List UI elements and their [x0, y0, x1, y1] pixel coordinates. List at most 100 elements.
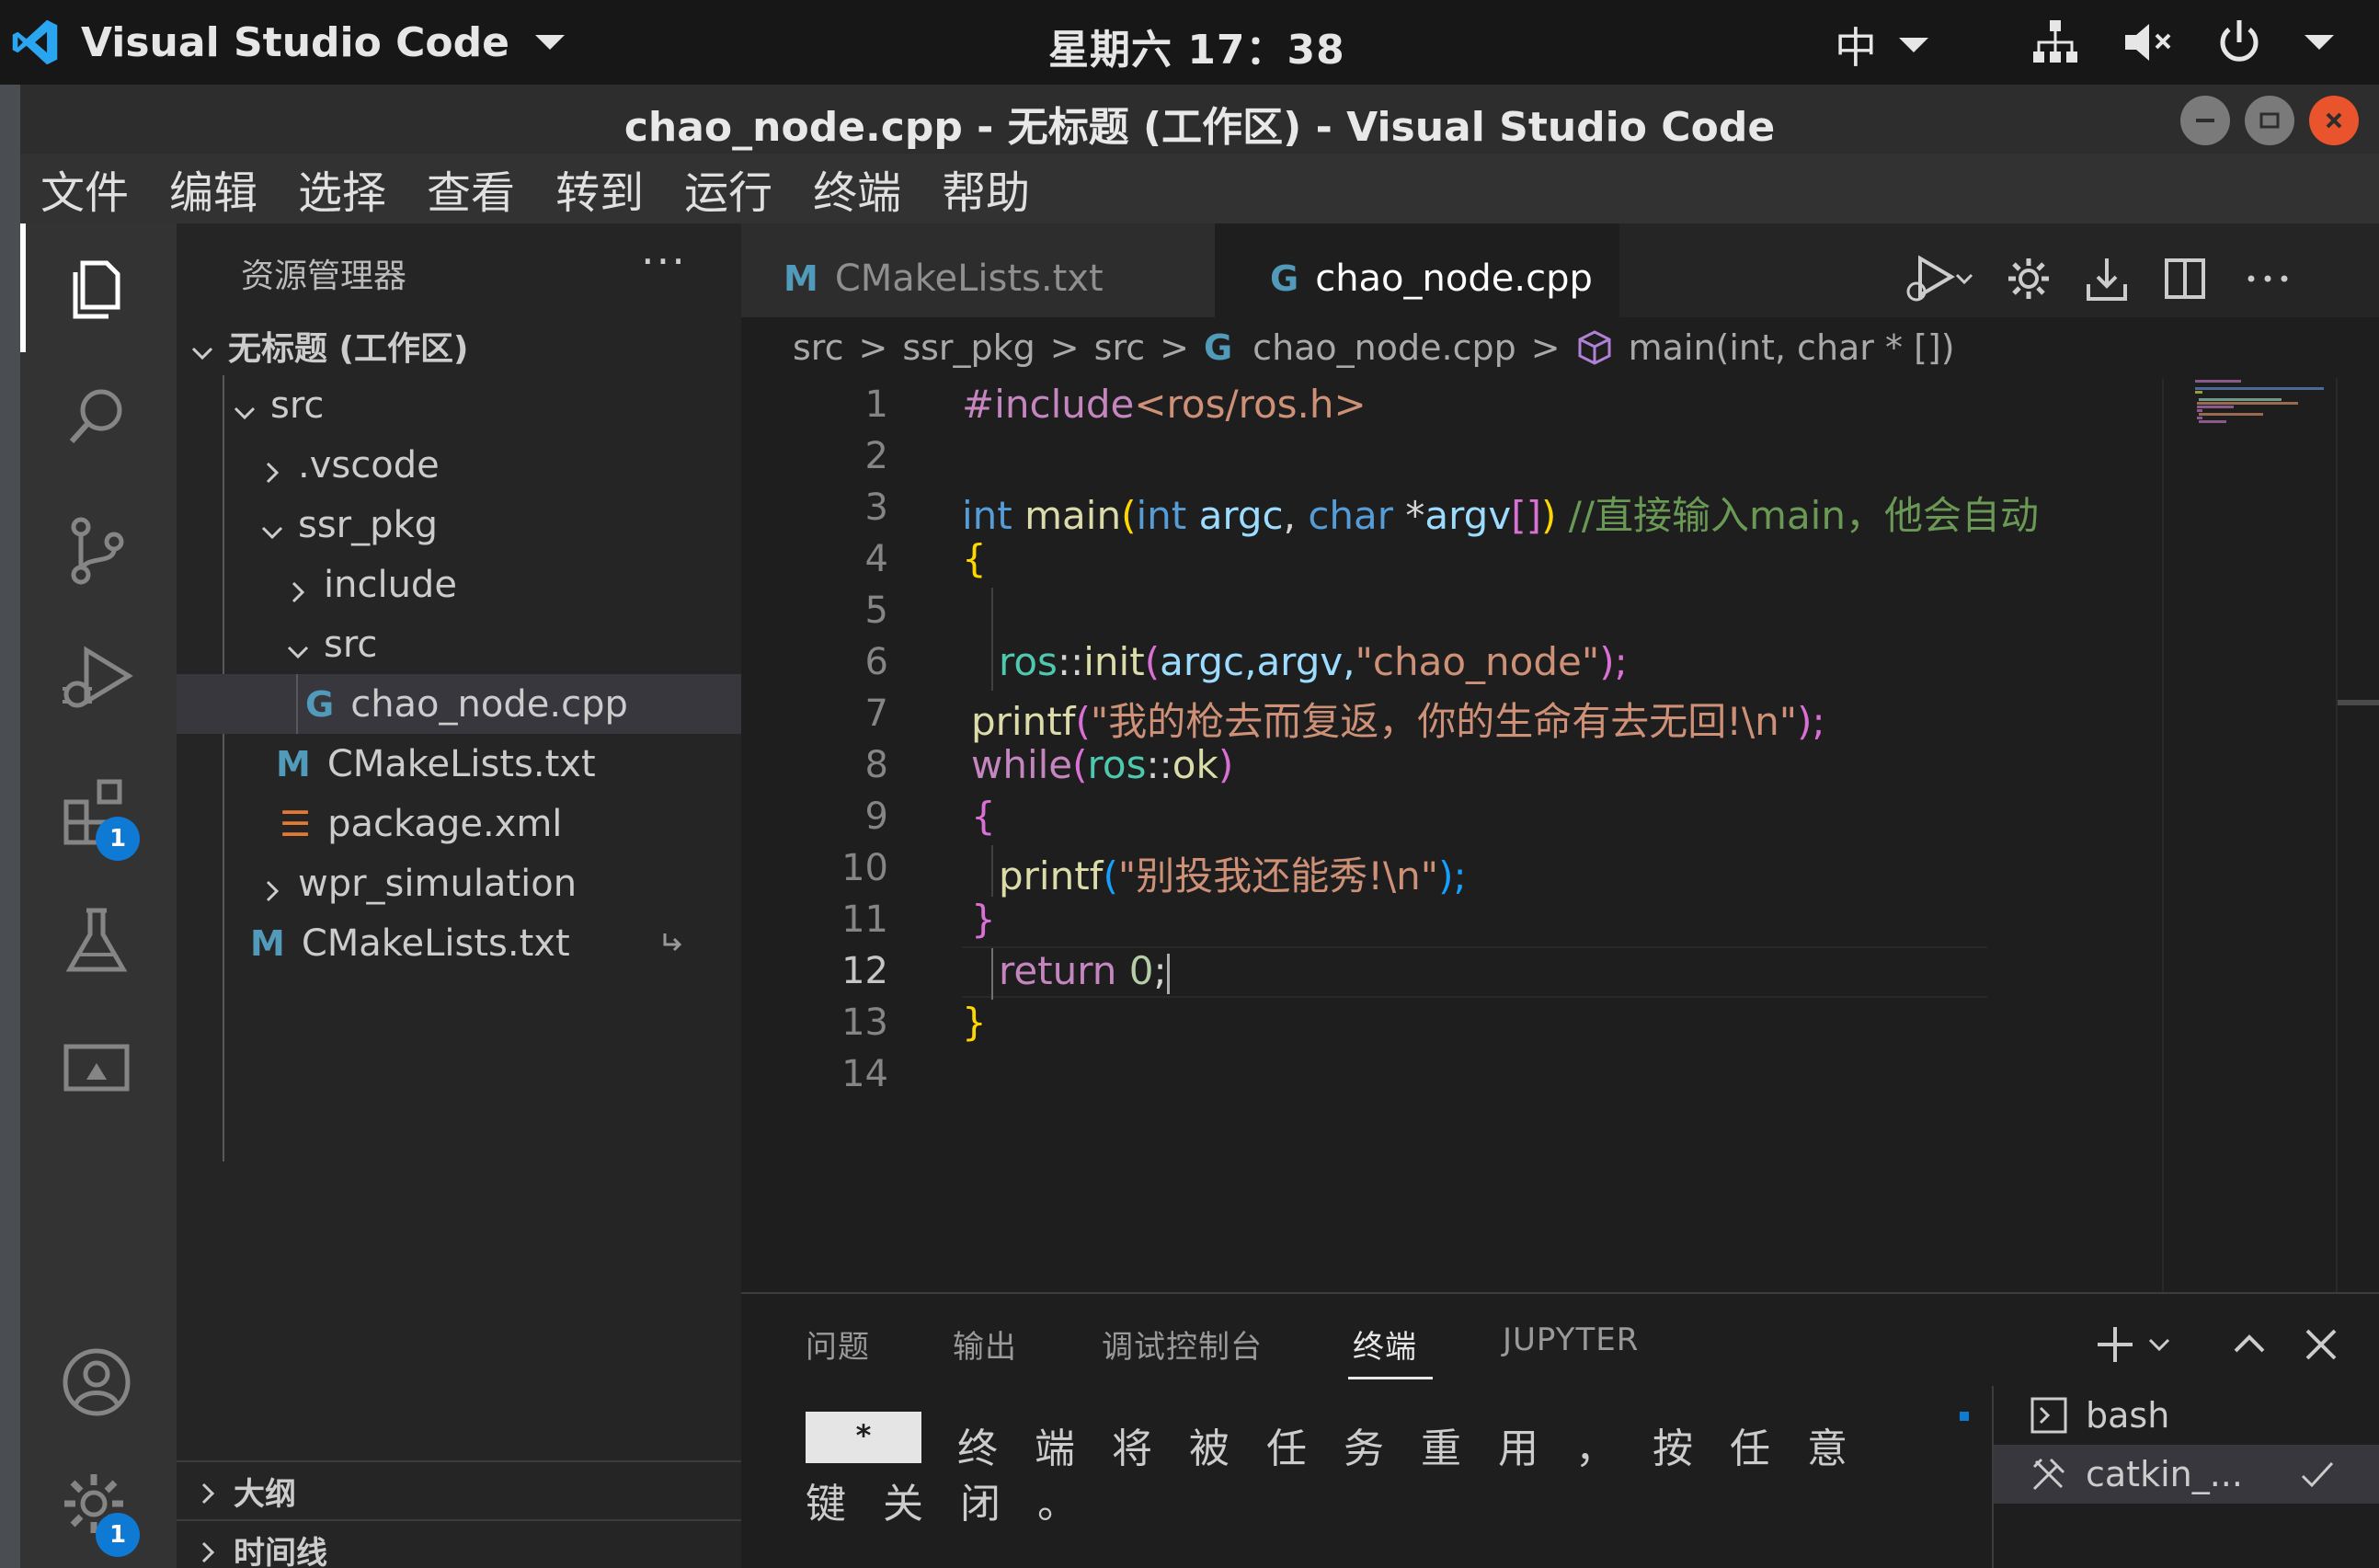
explorer-button[interactable]: [55, 246, 138, 329]
menu-edit[interactable]: 编辑: [149, 156, 278, 221]
panel-tab-output[interactable]: 输出: [953, 1322, 1017, 1367]
run-debug-icon[interactable]: [1900, 251, 1973, 306]
window-title-bar[interactable]: chao_node.cpp - 无标题 (工作区) - Visual Studi…: [20, 85, 2379, 154]
minimap[interactable]: [2190, 378, 2337, 452]
chevron-right-icon: >: [1160, 327, 1189, 368]
code-line-11: }: [971, 897, 996, 942]
volume-muted-icon[interactable]: [2120, 15, 2175, 70]
rss-file-icon: ☰: [280, 803, 312, 844]
account-button[interactable]: [55, 1341, 138, 1424]
method-symbol-icon: [1578, 330, 1611, 365]
breadcrumb-item[interactable]: ssr_pkg: [902, 327, 1035, 368]
activity-bar: 1 1: [20, 223, 177, 1568]
breadcrumb-item[interactable]: chao_node.cpp: [1252, 327, 1516, 368]
tree-item-cmakelists-root[interactable]: M CMakeLists.txt: [177, 913, 741, 973]
power-icon[interactable]: [2212, 15, 2267, 70]
panel-tab-terminal[interactable]: 终端: [1353, 1322, 1417, 1367]
line-number-current: 12: [841, 950, 888, 992]
code-token: (: [1075, 699, 1091, 744]
code-editor[interactable]: 1 2 3 4 5 6 7 8 9 10 11 12 13 14 #includ…: [741, 378, 2379, 1292]
explorer-title: 资源管理器: [241, 258, 407, 295]
terminal-item-catkin[interactable]: catkin_...: [1994, 1445, 2379, 1504]
active-indicator: [20, 223, 26, 352]
terminal-marker: *: [806, 1412, 921, 1463]
split-editor-icon[interactable]: [2157, 251, 2213, 306]
clock[interactable]: 星期六 17：38: [1048, 17, 1345, 75]
input-method-indicator[interactable]: 中: [1835, 15, 1928, 75]
tree-item-package-xml[interactable]: ☰ package.xml: [177, 794, 741, 853]
code-token: int: [1136, 493, 1187, 538]
search-button[interactable]: [55, 375, 138, 458]
desktop-background-strip: [0, 85, 20, 1568]
menu-help[interactable]: 帮助: [921, 156, 1050, 221]
scrollbar-thumb[interactable]: [2338, 700, 2379, 705]
code-token: init: [1083, 639, 1145, 684]
run-debug-icon: [63, 646, 133, 708]
panel-tab-jupyter[interactable]: JUPYTER: [1503, 1322, 1639, 1358]
code-line-4: {: [962, 536, 987, 581]
window-title: chao_node.cpp - 无标题 (工作区) - Visual Studi…: [623, 104, 1776, 151]
breadcrumb-item[interactable]: src: [793, 327, 843, 368]
tree-item-label: chao_node.cpp: [350, 682, 628, 726]
download-icon[interactable]: [2079, 251, 2134, 306]
tree-item-cmakelists-pkg[interactable]: M CMakeLists.txt: [177, 734, 741, 794]
code-line-10: printf("别投我还能秀!\n");: [999, 845, 1467, 901]
menu-go[interactable]: 转到: [535, 156, 664, 221]
tree-item-chao-node-cpp[interactable]: G chao_node.cpp: [177, 674, 741, 734]
breadcrumb-item[interactable]: src: [1094, 327, 1145, 368]
close-icon[interactable]: [2298, 1322, 2344, 1368]
scrollbar-track[interactable]: [2336, 378, 2338, 1292]
new-terminal-icon[interactable]: [2093, 1322, 2185, 1368]
panel-tab-problems[interactable]: 问题: [806, 1322, 870, 1367]
chevron-up-icon[interactable]: [2226, 1322, 2272, 1368]
tree-item-include[interactable]: include: [177, 555, 741, 614]
remote-explorer-button[interactable]: [55, 1028, 138, 1111]
section-label: 时间线: [234, 1534, 327, 1568]
tree-item-label: ssr_pkg: [298, 503, 439, 546]
menu-file[interactable]: 文件: [20, 156, 149, 221]
timeline-section[interactable]: 时间线: [177, 1519, 741, 1568]
gear-icon[interactable]: [2001, 251, 2056, 306]
source-control-button[interactable]: [55, 509, 138, 591]
tree-item-vscode[interactable]: .vscode: [177, 435, 741, 495]
run-debug-button[interactable]: [55, 637, 138, 720]
terminal-output-line: 终端将被任务重用，按任意: [957, 1425, 1884, 1472]
cpp-file-icon: G: [1203, 327, 1233, 368]
extensions-button[interactable]: 1: [55, 771, 140, 861]
more-actions-icon[interactable]: [2240, 251, 2295, 306]
code-line-6: ros::init(argc,argv,"chao_node");: [999, 639, 1628, 684]
maximize-button[interactable]: [2245, 96, 2294, 145]
active-tab-underline: [1348, 1377, 1433, 1379]
menu-run[interactable]: 运行: [664, 156, 793, 221]
code-token: (: [1121, 493, 1137, 538]
chevron-down-icon: [232, 393, 257, 419]
workspace-root[interactable]: 无标题 (工作区): [177, 315, 741, 375]
menu-selection[interactable]: 选择: [278, 156, 406, 221]
tree-item-wpr-simulation[interactable]: wpr_simulation: [177, 853, 741, 913]
close-window-button[interactable]: [2309, 96, 2359, 145]
outline-section[interactable]: 大纲: [177, 1460, 741, 1519]
testing-icon: [65, 908, 128, 972]
manage-button[interactable]: 1: [55, 1465, 140, 1557]
line-number: 11: [841, 898, 888, 941]
more-actions-button[interactable]: ···: [641, 236, 687, 286]
tree-item-ssr-pkg[interactable]: ssr_pkg: [177, 495, 741, 555]
chevron-down-icon[interactable]: [2305, 35, 2334, 50]
system-top-panel: Visual Studio Code 星期六 17：38 中: [0, 0, 2379, 85]
indent-guide: [296, 674, 298, 734]
app-menu[interactable]: Visual Studio Code: [9, 13, 565, 72]
terminal-item-bash[interactable]: bash: [1994, 1386, 2379, 1445]
network-icon[interactable]: [2028, 15, 2083, 70]
line-number: 6: [864, 641, 888, 683]
menu-terminal[interactable]: 终端: [793, 156, 921, 221]
panel-tab-debug-console[interactable]: 调试控制台: [1102, 1322, 1263, 1367]
minimize-button[interactable]: [2180, 96, 2230, 145]
menu-view[interactable]: 查看: [406, 156, 535, 221]
tree-item-src-inner[interactable]: src: [177, 614, 741, 674]
testing-button[interactable]: [55, 899, 138, 982]
breadcrumb-item[interactable]: main(int, char * []): [1629, 327, 1955, 368]
code-token: {: [962, 536, 987, 581]
code-token: ::: [1057, 639, 1084, 684]
tree-item-src[interactable]: src: [177, 375, 741, 435]
check-icon: [2301, 1461, 2334, 1488]
